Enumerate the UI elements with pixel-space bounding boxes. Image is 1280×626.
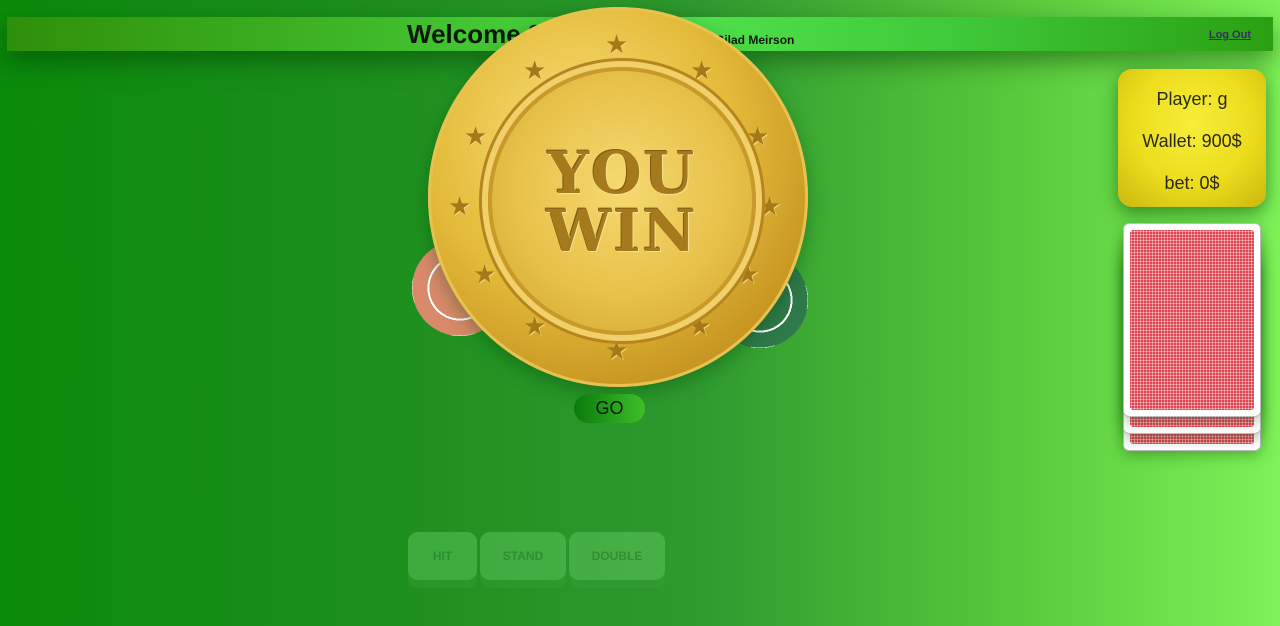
player-info-panel: Player: g Wallet: 900$ bet: 0$ <box>1118 69 1266 207</box>
win-text-line2: WIN <box>546 197 698 265</box>
card-back-pattern <box>1130 230 1254 410</box>
star-icon: ★ <box>690 55 714 85</box>
win-text-line1: YOU <box>547 139 697 207</box>
star-icon: ★ <box>523 311 547 341</box>
star-icon: ★ <box>464 121 488 151</box>
you-win-coin: ★ ★ ★ ★ ★ ★ ★ ★ ★ ★ ★ ★ YOU WIN <box>428 7 808 387</box>
stand-button[interactable]: STAND <box>480 532 566 580</box>
bet-amount: bet: 0$ <box>1164 173 1220 193</box>
coin-inner-ring: YOU WIN <box>488 67 756 335</box>
card-deck[interactable] <box>1123 223 1261 453</box>
star-icon: ★ <box>473 259 497 289</box>
wallet-amount: Wallet: 900$ <box>1142 131 1242 151</box>
hit-button[interactable]: HIT <box>408 532 477 580</box>
star-icon: ★ <box>523 55 547 85</box>
star-icon: ★ <box>605 335 629 365</box>
logout-link[interactable]: Log Out <box>1209 29 1251 41</box>
double-button[interactable]: DOUBLE <box>569 532 665 580</box>
star-icon: ★ <box>688 311 712 341</box>
go-button[interactable]: GO <box>574 394 645 423</box>
star-icon: ★ <box>448 191 472 221</box>
star-icon: ★ <box>605 29 629 59</box>
player-name: Player: g <box>1156 89 1228 109</box>
deck-card-top <box>1123 223 1261 417</box>
star-icon: ★ <box>758 191 782 221</box>
